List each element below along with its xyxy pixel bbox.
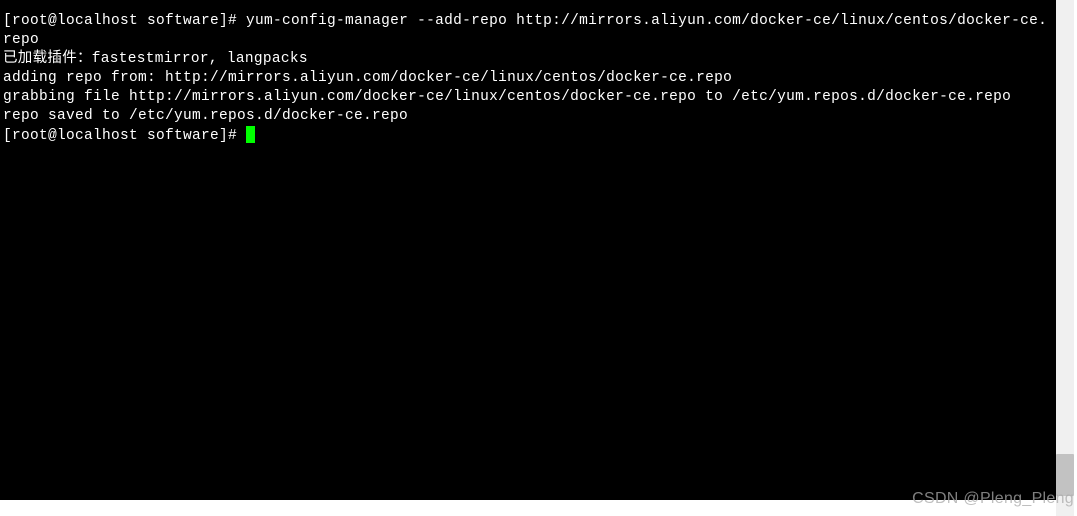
terminal-line: [root@localhost software]# (3, 126, 1053, 146)
shell-prompt: [root@localhost software]# (3, 128, 246, 144)
cursor-icon (246, 126, 255, 143)
terminal-output-line: adding repo from: http://mirrors.aliyun.… (3, 69, 1053, 88)
terminal-line: [root@localhost software]# yum-config-ma… (3, 12, 1053, 50)
terminal-output-line: grabbing file http://mirrors.aliyun.com/… (3, 88, 1053, 107)
terminal-output-line: 已加载插件：fastestmirror, langpacks (3, 50, 1053, 69)
shell-prompt: [root@localhost software]# (3, 13, 246, 29)
terminal-window[interactable]: [root@localhost software]# yum-config-ma… (0, 0, 1056, 500)
scrollbar-thumb[interactable] (1056, 454, 1074, 496)
scrollbar-track[interactable] (1056, 0, 1074, 516)
terminal-output-line: repo saved to /etc/yum.repos.d/docker-ce… (3, 107, 1053, 126)
